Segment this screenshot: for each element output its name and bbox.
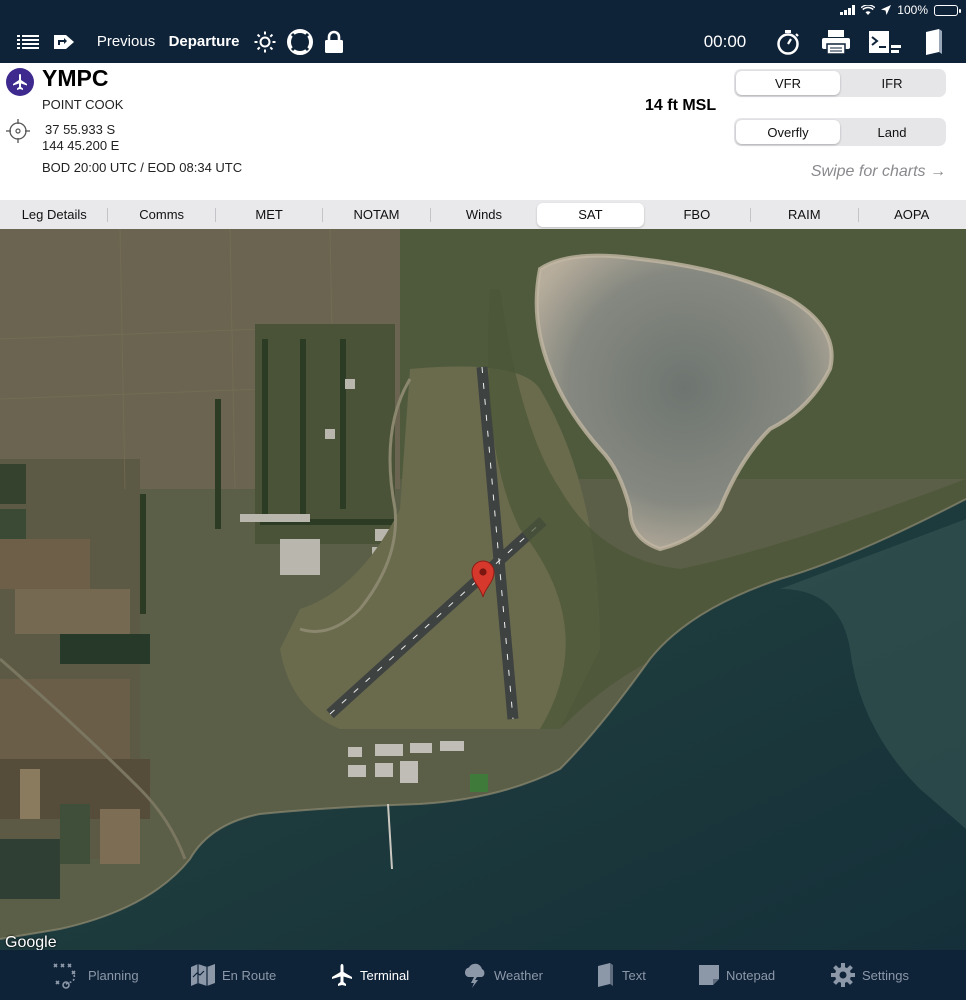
cloud-lightning-icon xyxy=(464,963,485,988)
airport-name: POINT COOK xyxy=(42,97,124,112)
approach-toggle: Overfly Land xyxy=(734,118,946,146)
daylight-times: BOD 20:00 UTC / EOD 08:34 UTC xyxy=(42,160,243,175)
status-bar: 100% xyxy=(0,0,966,20)
list-icon xyxy=(17,34,39,49)
nav-notepad[interactable]: Notepad xyxy=(698,950,775,1000)
chart-clip-button[interactable] xyxy=(866,20,904,63)
tab-notam[interactable]: NOTAM xyxy=(323,203,429,227)
tab-comms[interactable]: Comms xyxy=(108,203,214,227)
nav-terminal[interactable]: Terminal xyxy=(330,950,409,1000)
notepad-icon xyxy=(699,965,719,985)
airport-latitude: 37 55.933 S xyxy=(45,122,116,137)
airport-header: YMPC POINT COOK 37 55.933 S 144 45.200 E… xyxy=(0,63,966,200)
gear-icon xyxy=(831,963,855,987)
nav-en-route-label: En Route xyxy=(222,967,277,983)
map-folded-icon xyxy=(191,964,215,986)
coordinates-target-icon xyxy=(6,119,30,143)
land-option[interactable]: Land xyxy=(840,120,944,144)
route-direction-icon xyxy=(54,34,74,49)
tab-sat[interactable]: SAT xyxy=(537,202,644,227)
nav-planning[interactable]: Planning xyxy=(52,950,139,1000)
nav-settings-label: Settings xyxy=(862,967,909,983)
nav-terminal-label: Terminal xyxy=(360,967,410,983)
nav-en-route[interactable]: En Route xyxy=(190,950,276,1000)
flight-rules-toggle: VFR IFR xyxy=(734,69,946,97)
nav-settings[interactable]: Settings xyxy=(830,950,909,1000)
emergency-button[interactable] xyxy=(286,20,314,63)
swipe-for-charts-hint[interactable]: Swipe for charts → xyxy=(811,163,946,181)
airport-longitude: 144 45.200 E xyxy=(42,138,120,153)
print-button[interactable] xyxy=(820,20,852,63)
battery-icon xyxy=(934,4,961,16)
tab-met[interactable]: MET xyxy=(216,203,322,227)
document-icon xyxy=(598,963,613,987)
map-attribution: Google xyxy=(5,934,57,950)
nav-text[interactable]: Text xyxy=(596,950,646,1000)
flight-timer[interactable]: 00:00 xyxy=(698,20,752,63)
brightness-icon xyxy=(254,31,276,52)
overfly-option[interactable]: Overfly xyxy=(736,120,840,144)
top-nav: Previous Departure 00:00 xyxy=(0,20,966,63)
document-icon xyxy=(926,28,942,55)
tab-fbo[interactable]: FBO xyxy=(644,203,750,227)
stopwatch-icon xyxy=(777,29,799,55)
route-direction-button[interactable] xyxy=(50,20,78,63)
airplane-icon xyxy=(13,74,27,90)
info-tabs: Leg Details Comms MET NOTAM Winds SAT FB… xyxy=(0,200,966,229)
chart-clip-icon xyxy=(869,30,901,53)
printer-icon xyxy=(822,29,850,55)
stopwatch-button[interactable] xyxy=(774,20,802,63)
documents-button[interactable] xyxy=(922,20,946,63)
nav-weather-label: Weather xyxy=(494,967,543,983)
departure-button[interactable]: Departure xyxy=(169,20,240,63)
nav-weather[interactable]: Weather xyxy=(462,950,543,1000)
satellite-map[interactable]: Google xyxy=(0,229,966,950)
lock-button[interactable] xyxy=(323,20,345,63)
ifr-option[interactable]: IFR xyxy=(840,71,944,95)
airport-type-icon xyxy=(6,68,34,96)
airplane-icon xyxy=(332,964,352,986)
signal-icon xyxy=(840,5,856,15)
lock-icon xyxy=(325,30,343,53)
wifi-icon xyxy=(861,4,876,15)
battery-percent: 100% xyxy=(897,3,928,17)
previous-button[interactable]: Previous xyxy=(97,20,155,63)
nav-text-label: Text xyxy=(622,967,646,983)
tab-aopa[interactable]: AOPA xyxy=(859,203,965,227)
list-button[interactable] xyxy=(14,20,42,63)
tab-winds[interactable]: Winds xyxy=(431,203,537,227)
lifebuoy-icon xyxy=(287,28,313,55)
bottom-nav: Planning En Route Terminal Weather Text xyxy=(0,950,966,1000)
nav-planning-label: Planning xyxy=(88,967,139,983)
map-pin-icon[interactable] xyxy=(470,560,496,598)
vfr-option[interactable]: VFR xyxy=(736,71,840,95)
nav-notepad-label: Notepad xyxy=(726,967,776,983)
tab-raim[interactable]: RAIM xyxy=(751,203,857,227)
location-arrow-icon xyxy=(881,5,892,15)
brightness-button[interactable] xyxy=(253,20,277,63)
tab-leg-details[interactable]: Leg Details xyxy=(1,203,107,227)
planning-icon xyxy=(53,963,76,989)
airport-elevation: 14 ft MSL xyxy=(645,97,717,114)
airport-code: YMPC xyxy=(42,65,109,91)
